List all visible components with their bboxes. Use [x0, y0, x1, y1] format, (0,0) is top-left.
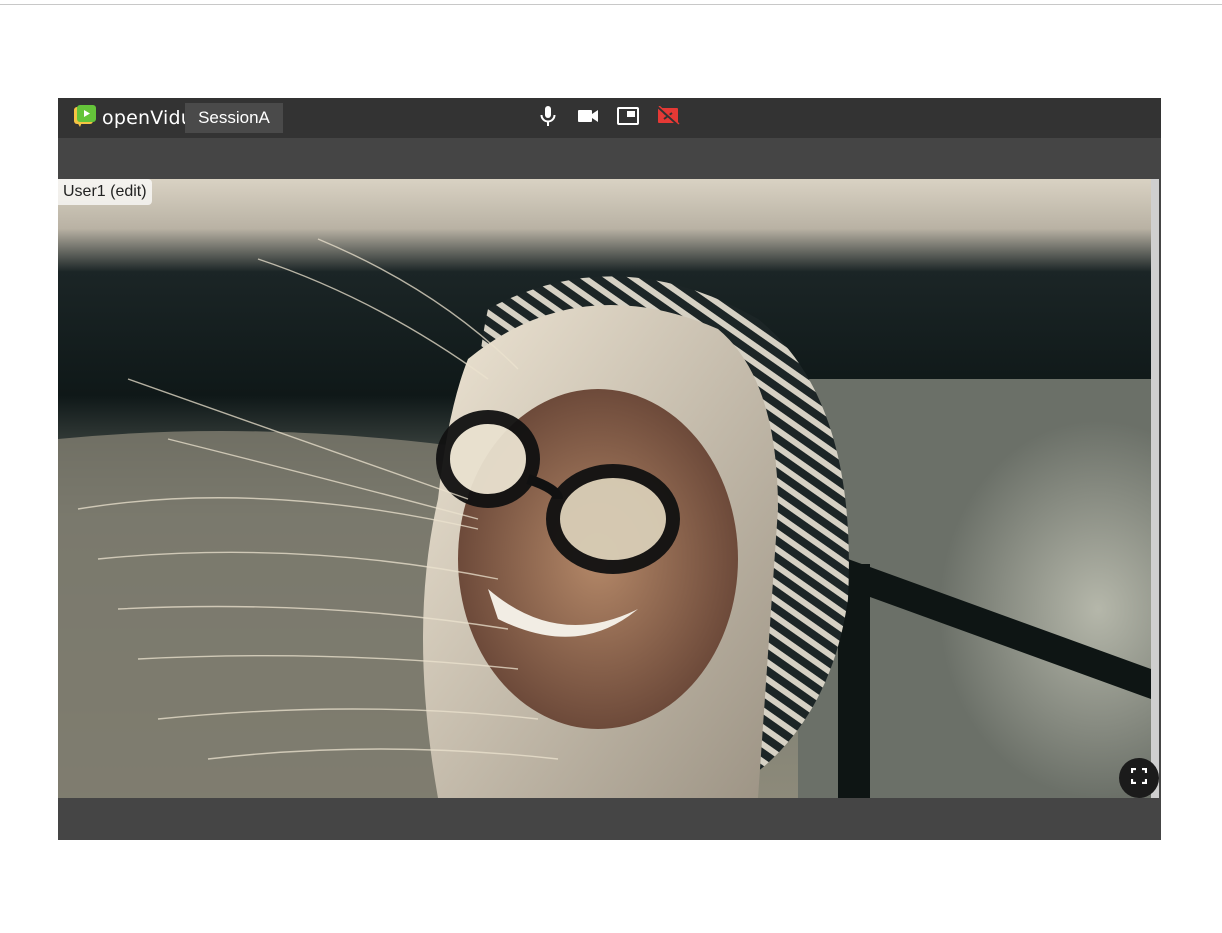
openvidu-logo: openVidu [74, 104, 193, 132]
stream-container [58, 179, 1159, 798]
screen-share-icon [617, 106, 639, 130]
camera-off-icon [656, 104, 680, 131]
openvidu-app: openVidu SessionA User1 (edit) [58, 98, 1161, 840]
microphone-button[interactable] [536, 105, 560, 132]
nickname-label[interactable]: User1 (edit) [58, 179, 152, 205]
screen-share-button[interactable] [616, 106, 640, 130]
session-name: SessionA [185, 103, 283, 133]
openvidu-logo-icon [74, 104, 96, 132]
fullscreen-icon [1130, 767, 1148, 789]
top-divider [0, 4, 1222, 5]
microphone-icon [538, 105, 558, 132]
fullscreen-button[interactable] [1119, 758, 1159, 798]
video-stream[interactable] [58, 179, 1151, 798]
screen-off-button[interactable] [656, 104, 680, 131]
logo-text: openVidu [102, 107, 193, 129]
media-controls [536, 104, 680, 132]
toolbar: openVidu SessionA [58, 98, 1161, 138]
camera-button[interactable] [576, 106, 600, 130]
video-scrollbar[interactable] [1151, 179, 1159, 798]
camera-icon [577, 108, 599, 129]
